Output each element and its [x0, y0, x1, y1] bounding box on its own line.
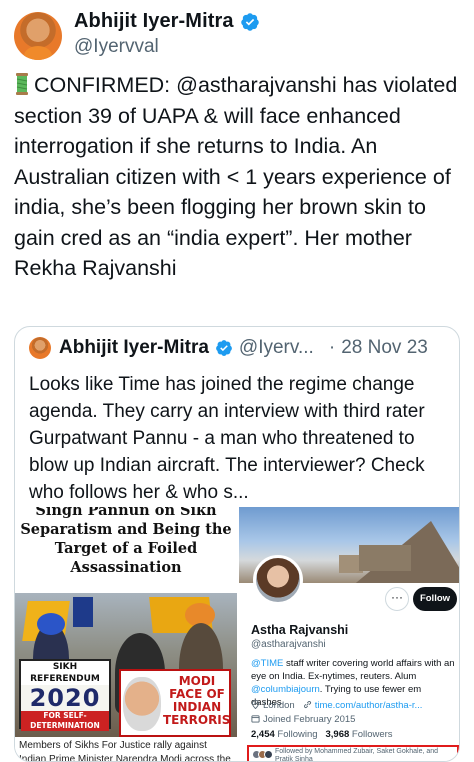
author-name-row: Abhijit Iyer-Mitra	[74, 10, 260, 33]
quoted-tweet-media[interactable]: Singh Pannun on Sikh Separatism and Bein…	[15, 507, 459, 762]
profile-handle: @astharajvanshi	[251, 639, 326, 650]
author-avatar[interactable]	[14, 12, 62, 60]
turban-shape	[37, 613, 65, 635]
profile-joined: Joined February 2015	[263, 714, 356, 725]
face-picture	[123, 677, 161, 731]
quoted-tweet-card[interactable]: Abhijit Iyer-Mitra @Iyerv... · 28 Nov 23…	[14, 326, 460, 762]
author-handle[interactable]: @Iyervval	[74, 36, 159, 58]
followers-count: 3,968	[325, 729, 350, 740]
article-screenshot[interactable]: Singh Pannun on Sikh Separatism and Bein…	[15, 507, 237, 762]
protest-sign-text: MODI FACE OF INDIAN TERRORISM	[163, 674, 231, 727]
quoted-author-avatar	[29, 337, 51, 359]
quoted-author-name: Abhijit Iyer-Mitra	[59, 337, 209, 358]
flag-shape	[73, 597, 93, 627]
location-pin-icon	[251, 700, 260, 709]
tweet-body: CONFIRMED: @astharajvanshi has violated …	[14, 70, 464, 284]
tweet-text: CONFIRMED: @astharajvanshi has violated …	[14, 73, 458, 280]
quoted-author-handle: @Iyerv...	[238, 337, 314, 358]
profile-avatar	[253, 555, 303, 605]
followed-by-highlight: Followed by Mohammed Zubair, Saket Gokha…	[247, 745, 459, 762]
profile-website: time.com/author/astha-r...	[314, 700, 423, 711]
profile-stats: 2,454 Following 3,968 Followers	[251, 729, 393, 740]
article-headline: Singh Pannun on Sikh Separatism and Bein…	[20, 507, 232, 576]
sign-bottom-text: FOR SELF-DETERMINATION	[21, 711, 109, 731]
author-display-name[interactable]: Abhijit Iyer-Mitra	[74, 10, 234, 33]
quoted-tweet-text: Looks like Time has joined the regime ch…	[29, 374, 425, 503]
bio-link-time: @TIME	[251, 658, 284, 669]
tweet-header: Abhijit Iyer-Mitra @Iyervval	[14, 8, 464, 64]
followers-label: Followers	[351, 729, 393, 740]
bio-link-columbia: @columbiajourn	[251, 684, 320, 695]
building-shape	[359, 545, 411, 571]
verified-badge-icon	[240, 12, 259, 31]
sign-year-text: 2020	[29, 684, 101, 712]
calendar-icon	[251, 715, 260, 723]
protest-sign: MODI FACE OF INDIAN TERRORISM	[119, 669, 231, 737]
profile-location: London	[263, 700, 295, 711]
profile-meta: London time.com/author/astha-r... Joined…	[251, 699, 457, 727]
quoted-tweet-header: Abhijit Iyer-Mitra @Iyerv... · 28 Nov 23	[29, 337, 428, 359]
link-icon	[303, 700, 311, 709]
followed-by-text: Followed by Mohammed Zubair, Saket Gokha…	[275, 748, 439, 762]
profile-name: Astha Rajvanshi	[251, 623, 349, 637]
more-options-button: ···	[385, 587, 409, 611]
protest-photo: SIKH REFERENDUM 2020 FOR SELF-DETERMINAT…	[15, 593, 237, 737]
profile-screenshot[interactable]: ··· Follow Astha Rajvanshi @astharajvans…	[239, 507, 459, 762]
following-label: Following	[277, 729, 318, 740]
sign-top-text: SIKH REFERENDUM	[21, 661, 109, 685]
followed-by-avatars	[252, 750, 273, 759]
verified-badge-icon	[216, 340, 232, 356]
thread-icon	[16, 73, 28, 95]
follow-button: Follow	[413, 587, 457, 611]
separator-dot: ·	[328, 337, 336, 358]
photo-caption: Members of Sikhs For Justice rally again…	[19, 740, 231, 762]
referendum-sign: SIKH REFERENDUM 2020 FOR SELF-DETERMINAT…	[19, 659, 111, 731]
quoted-tweet-date: 28 Nov 23	[341, 337, 428, 358]
following-count: 2,454	[251, 729, 275, 740]
